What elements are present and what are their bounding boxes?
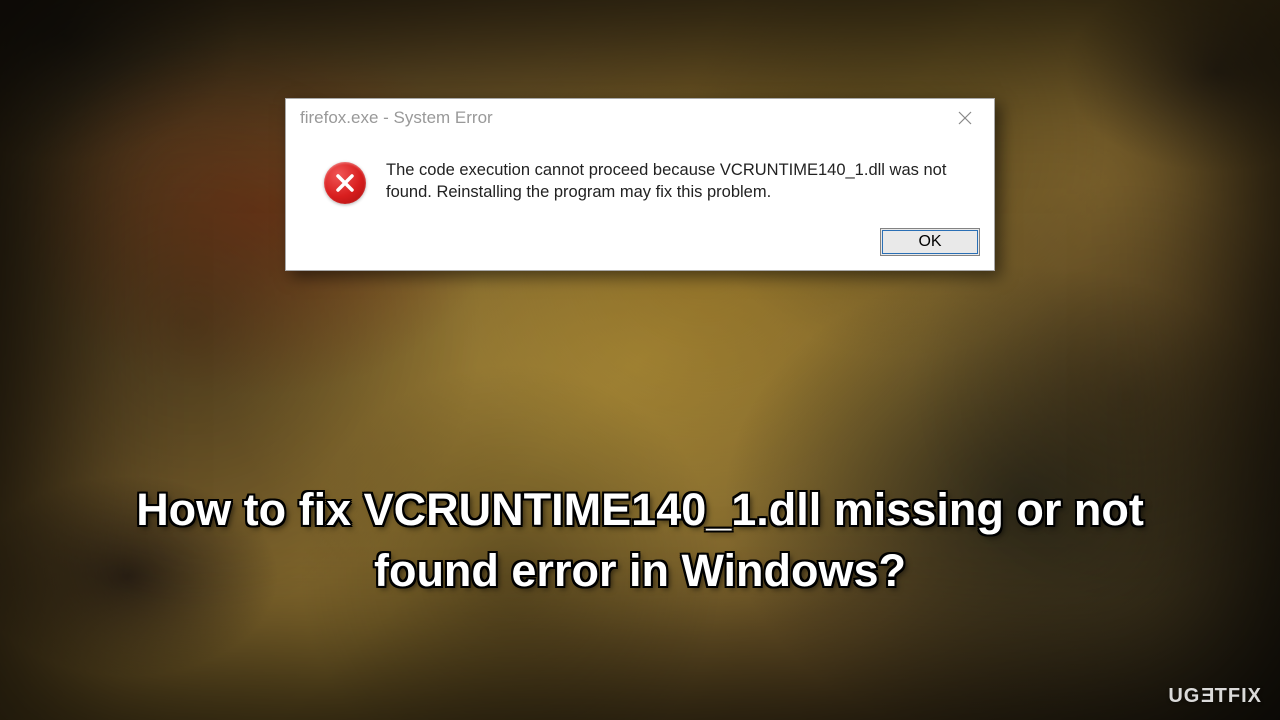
dialog-titlebar: firefox.exe - System Error	[286, 99, 994, 137]
system-error-dialog: firefox.exe - System Error The code exec…	[285, 98, 995, 271]
watermark-flip: E	[1200, 685, 1214, 708]
watermark-pre: UG	[1168, 685, 1200, 707]
error-icon	[324, 162, 366, 204]
watermark-post: TFIX	[1215, 685, 1262, 707]
dialog-footer: OK	[286, 228, 994, 270]
ok-button[interactable]: OK	[880, 228, 980, 256]
headline-text: How to fix VCRUNTIME140_1.dll missing or…	[80, 480, 1200, 602]
close-button[interactable]	[944, 105, 986, 131]
article-headline: How to fix VCRUNTIME140_1.dll missing or…	[0, 480, 1280, 602]
dialog-body: The code execution cannot proceed becaus…	[286, 137, 994, 228]
dialog-title: firefox.exe - System Error	[300, 108, 493, 128]
dialog-message: The code execution cannot proceed becaus…	[386, 157, 964, 204]
close-icon	[958, 111, 972, 125]
error-icon-wrap	[324, 157, 366, 204]
brand-watermark: UGETFIX	[1168, 685, 1262, 708]
